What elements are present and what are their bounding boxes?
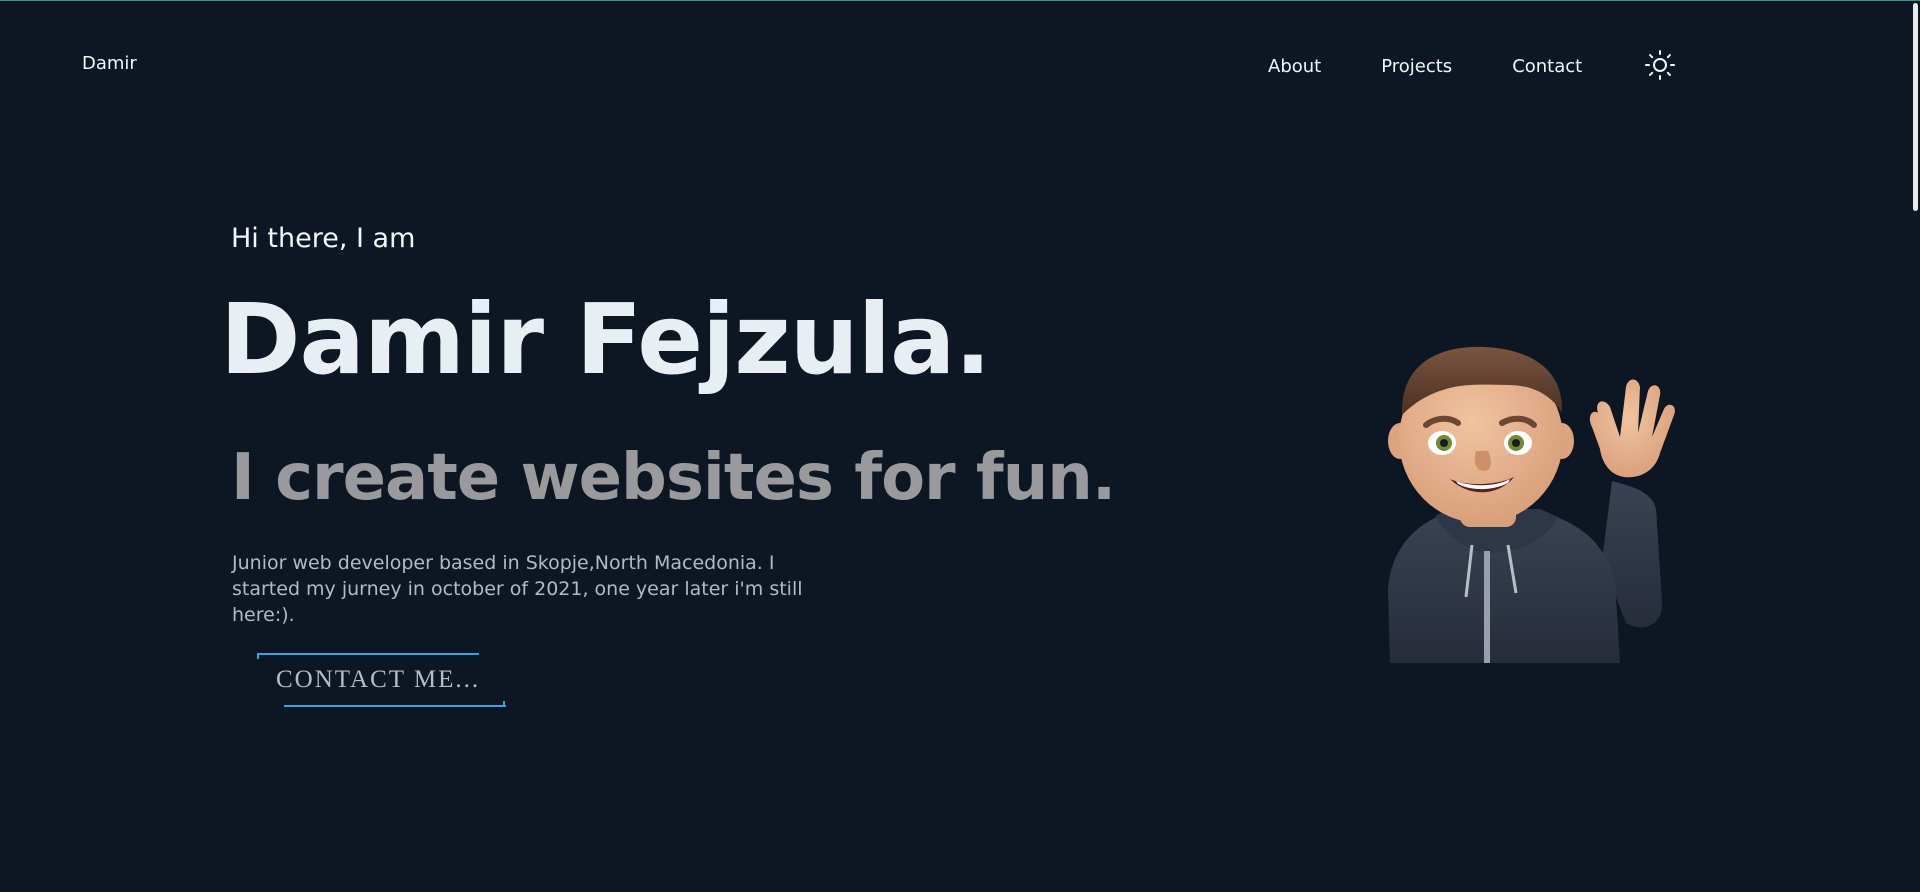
hero-tagline: I create websites for fun. [231,441,1116,515]
button-border-bottom [284,705,506,707]
sun-icon [1645,50,1676,80]
theme-toggle-button[interactable] [1644,49,1676,81]
page-scrollbar[interactable] [1910,1,1920,892]
brand-logo-link[interactable]: Damir [82,53,137,74]
contact-me-label: CONTACT ME... [276,666,481,693]
contact-me-button[interactable]: CONTACT ME... [257,653,506,707]
waving-memoji-avatar [1388,346,1675,663]
main-nav: About Projects Contact [1268,49,1676,81]
button-border-tick-top [257,653,259,659]
portfolio-page: Damir About Projects Contact Hi there, I… [0,0,1920,892]
button-border-tick-bottom [503,701,505,707]
hero-bio: Junior web developer based in Skopje,Nor… [232,552,803,626]
nav-about-link[interactable]: About [1268,56,1321,77]
nav-projects-link[interactable]: Projects [1381,56,1452,77]
hero-name-heading: Damir Fejzula. [220,283,991,396]
hero-greeting: Hi there, I am [231,223,416,254]
scrollbar-thumb[interactable] [1913,3,1918,211]
nav-contact-link[interactable]: Contact [1512,56,1582,77]
button-border-top [257,653,479,655]
